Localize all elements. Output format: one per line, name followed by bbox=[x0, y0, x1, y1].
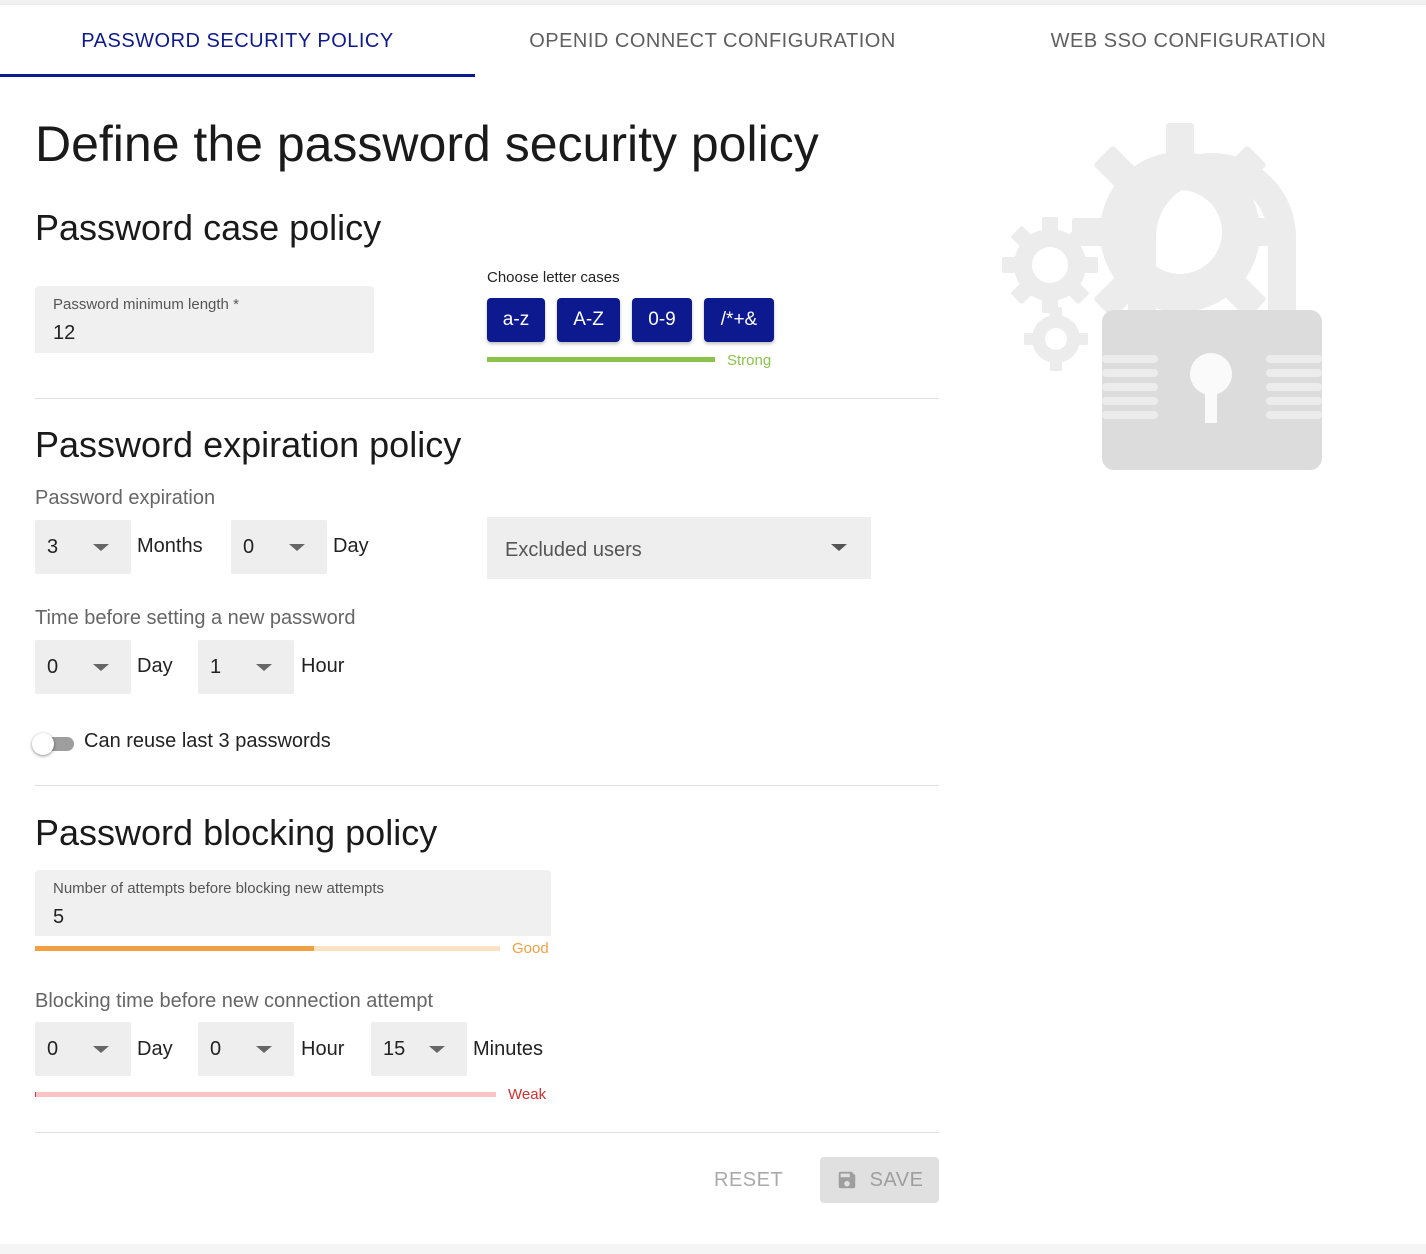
min-length-field[interactable]: Password minimum length * 12 bbox=[35, 286, 374, 353]
block-minutes-select[interactable]: 15 bbox=[371, 1022, 467, 1076]
dropdown-arrow-icon bbox=[289, 544, 305, 551]
dropdown-arrow-icon bbox=[831, 544, 847, 551]
uppercase-button[interactable]: A-Z bbox=[557, 298, 620, 342]
case-strength-bar bbox=[487, 357, 715, 362]
case-label: A-Z bbox=[573, 309, 604, 330]
tab-label: OPENID CONNECT CONFIGURATION bbox=[529, 29, 896, 52]
reuse-passwords-label: Can reuse last 3 passwords bbox=[84, 730, 331, 752]
expiration-months-select[interactable]: 3 bbox=[35, 520, 131, 574]
hour-unit: Hour bbox=[301, 655, 345, 677]
attempts-strength-fill bbox=[35, 946, 314, 951]
min-length-value: 12 bbox=[53, 322, 76, 344]
tab-label: WEB SSO CONFIGURATION bbox=[1050, 29, 1327, 52]
dropdown-arrow-icon bbox=[256, 1046, 272, 1053]
case-strength-fill bbox=[487, 357, 715, 362]
section-divider bbox=[35, 398, 939, 399]
hour-unit: Hour bbox=[301, 1038, 345, 1060]
select-value: 1 bbox=[210, 656, 222, 678]
case-label: 0-9 bbox=[648, 309, 676, 330]
select-value: 0 bbox=[210, 1038, 222, 1060]
attempts-field[interactable]: Number of attempts before blocking new a… bbox=[35, 870, 551, 936]
attempts-label: Number of attempts before blocking new a… bbox=[53, 880, 384, 897]
bottom-strip bbox=[0, 1244, 1426, 1254]
select-value: 15 bbox=[383, 1038, 406, 1060]
page-title: Define the password security policy bbox=[35, 116, 819, 172]
digits-button[interactable]: 0-9 bbox=[632, 298, 692, 342]
dropdown-arrow-icon bbox=[93, 664, 109, 671]
new-password-label: Time before setting a new password bbox=[35, 607, 356, 629]
letter-case-buttons: a-z A-Z 0-9 /*+& bbox=[487, 298, 777, 344]
section-divider bbox=[35, 1132, 939, 1133]
tab-openid-connect-configuration[interactable]: OPENID CONNECT CONFIGURATION bbox=[475, 5, 950, 77]
block-hour-select[interactable]: 0 bbox=[198, 1022, 294, 1076]
dropdown-arrow-icon bbox=[256, 664, 272, 671]
dropdown-arrow-icon bbox=[429, 1046, 445, 1053]
select-value: 0 bbox=[47, 656, 59, 678]
case-policy-title: Password case policy bbox=[35, 207, 382, 248]
dropdown-arrow-icon bbox=[93, 1046, 109, 1053]
select-value: 0 bbox=[243, 536, 255, 558]
policy-content: Define the password security policy Pass… bbox=[0, 77, 1426, 1254]
attempts-strength-label: Good bbox=[512, 940, 549, 957]
save-icon bbox=[838, 1171, 855, 1189]
day-unit: Day bbox=[137, 655, 173, 677]
tab-label: PASSWORD SECURITY POLICY bbox=[81, 29, 394, 52]
lowercase-button[interactable]: a-z bbox=[487, 298, 545, 342]
expiration-policy-title: Password expiration policy bbox=[35, 424, 462, 465]
lock-gears-illustration bbox=[1002, 123, 1322, 470]
select-value: 0 bbox=[47, 1038, 59, 1060]
toggle-thumb bbox=[32, 733, 54, 755]
expiration-label: Password expiration bbox=[35, 487, 216, 509]
case-label: a-z bbox=[502, 309, 530, 330]
save-button[interactable]: SAVE bbox=[820, 1157, 939, 1203]
section-divider bbox=[35, 785, 939, 786]
save-label: SAVE bbox=[869, 1168, 924, 1191]
letter-cases-label: Choose letter cases bbox=[487, 269, 620, 286]
attempts-value: 5 bbox=[53, 906, 65, 928]
blocking-strength-label: Weak bbox=[508, 1086, 547, 1103]
case-strength-label: Strong bbox=[727, 352, 772, 369]
tab-bar: PASSWORD SECURITY POLICY OPENID CONNECT … bbox=[0, 5, 1426, 77]
reset-button[interactable]: RESET bbox=[714, 1169, 783, 1192]
day-unit: Day bbox=[333, 535, 369, 557]
months-unit: Months bbox=[137, 535, 203, 557]
special-chars-button[interactable]: /*+& bbox=[704, 298, 774, 342]
new-password-day-select[interactable]: 0 bbox=[35, 640, 131, 694]
day-unit: Day bbox=[137, 1038, 173, 1060]
case-label: /*+& bbox=[720, 309, 758, 330]
dropdown-arrow-icon bbox=[93, 544, 109, 551]
min-length-label: Password minimum length * bbox=[53, 296, 239, 313]
tab-web-sso-configuration[interactable]: WEB SSO CONFIGURATION bbox=[951, 5, 1426, 77]
minutes-unit: Minutes bbox=[473, 1038, 544, 1060]
block-day-select[interactable]: 0 bbox=[35, 1022, 131, 1076]
tab-password-security-policy[interactable]: PASSWORD SECURITY POLICY bbox=[0, 5, 475, 77]
reuse-passwords-toggle[interactable] bbox=[32, 732, 76, 756]
excluded-users-placeholder: Excluded users bbox=[505, 539, 642, 561]
excluded-users-select[interactable]: Excluded users bbox=[487, 517, 871, 579]
attempts-strength-bar bbox=[35, 946, 500, 951]
blocking-strength-fill bbox=[35, 1092, 36, 1097]
select-value: 3 bbox=[47, 536, 59, 558]
expiration-day-select[interactable]: 0 bbox=[231, 520, 327, 574]
blocking-policy-title: Password blocking policy bbox=[35, 812, 438, 853]
blocking-strength-bar bbox=[35, 1092, 496, 1097]
new-password-hour-select[interactable]: 1 bbox=[198, 640, 294, 694]
blocking-time-label: Blocking time before new connection atte… bbox=[35, 990, 433, 1012]
